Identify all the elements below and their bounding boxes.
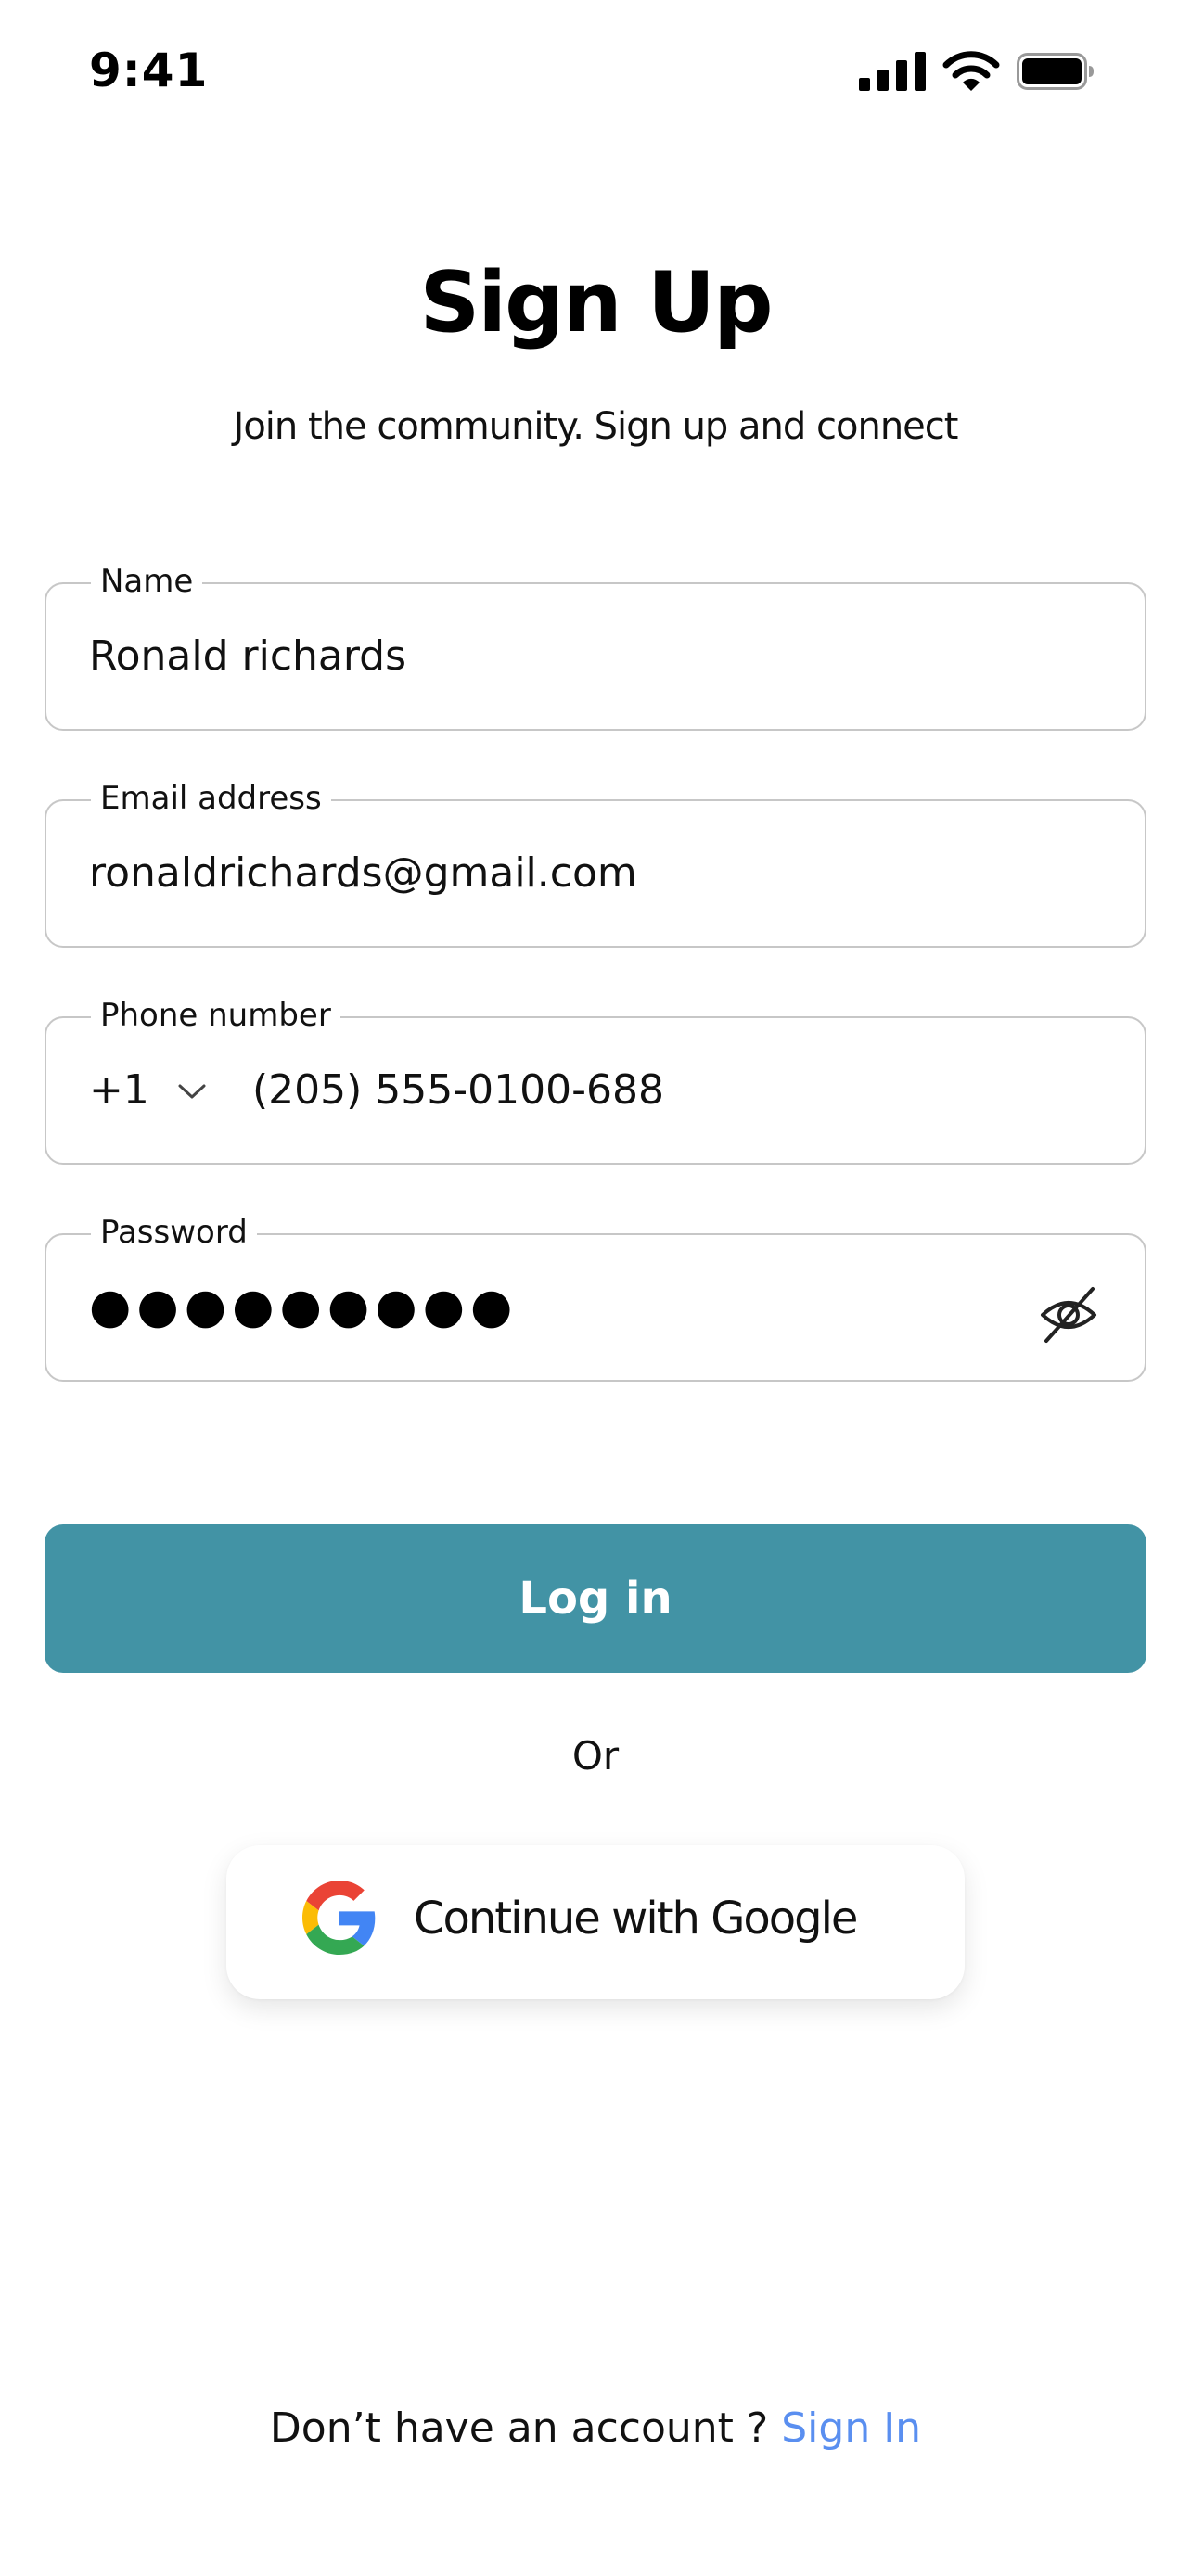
status-bar: 9:41	[0, 0, 1191, 139]
page-title: Sign Up	[419, 254, 773, 351]
continue-with-google-label: Continue with Google	[414, 1893, 858, 1945]
signin-prompt-text: Don’t have an account ?	[269, 2404, 769, 2452]
password-field[interactable]: Password ●●●●●●●●●	[45, 1209, 1146, 1382]
battery-icon	[1017, 53, 1094, 90]
status-icons	[859, 48, 1095, 95]
signin-prompt: Don’t have an account ? Sign In	[0, 2396, 1191, 2461]
eye-off-icon[interactable]	[1035, 1282, 1102, 1348]
password-masked-value[interactable]: ●●●●●●●●●	[89, 1274, 518, 1339]
email-field-value[interactable]: ronaldrichards@gmail.com	[89, 844, 637, 903]
wifi-icon	[942, 51, 1000, 91]
page-subtitle: Join the community. Sign up and connect	[233, 405, 959, 448]
sign-in-link[interactable]: Sign In	[781, 2404, 921, 2452]
google-logo-icon	[302, 1881, 376, 1955]
continue-with-google-button[interactable]: Continue with Google	[226, 1845, 965, 1999]
email-field-label: Email address	[91, 775, 331, 822]
name-field-label: Name	[91, 558, 203, 605]
chevron-down-icon[interactable]	[176, 1078, 208, 1103]
status-time: 9:41	[89, 44, 209, 97]
email-field[interactable]: Email address ronaldrichards@gmail.com	[45, 775, 1146, 948]
name-field[interactable]: Name Ronald richards	[45, 558, 1146, 731]
phone-field-label: Phone number	[91, 992, 340, 1039]
cellular-signal-icon	[859, 52, 926, 91]
or-divider-text: Or	[571, 1733, 620, 1779]
login-button[interactable]: Log in	[45, 1524, 1146, 1673]
password-field-label: Password	[91, 1209, 257, 1256]
phone-field[interactable]: Phone number +1 (205) 555-0100-688	[45, 992, 1146, 1165]
country-code-selector[interactable]: +1	[89, 1061, 149, 1120]
phone-number-value[interactable]: (205) 555-0100-688	[252, 1061, 664, 1120]
name-field-value[interactable]: Ronald richards	[89, 627, 406, 686]
